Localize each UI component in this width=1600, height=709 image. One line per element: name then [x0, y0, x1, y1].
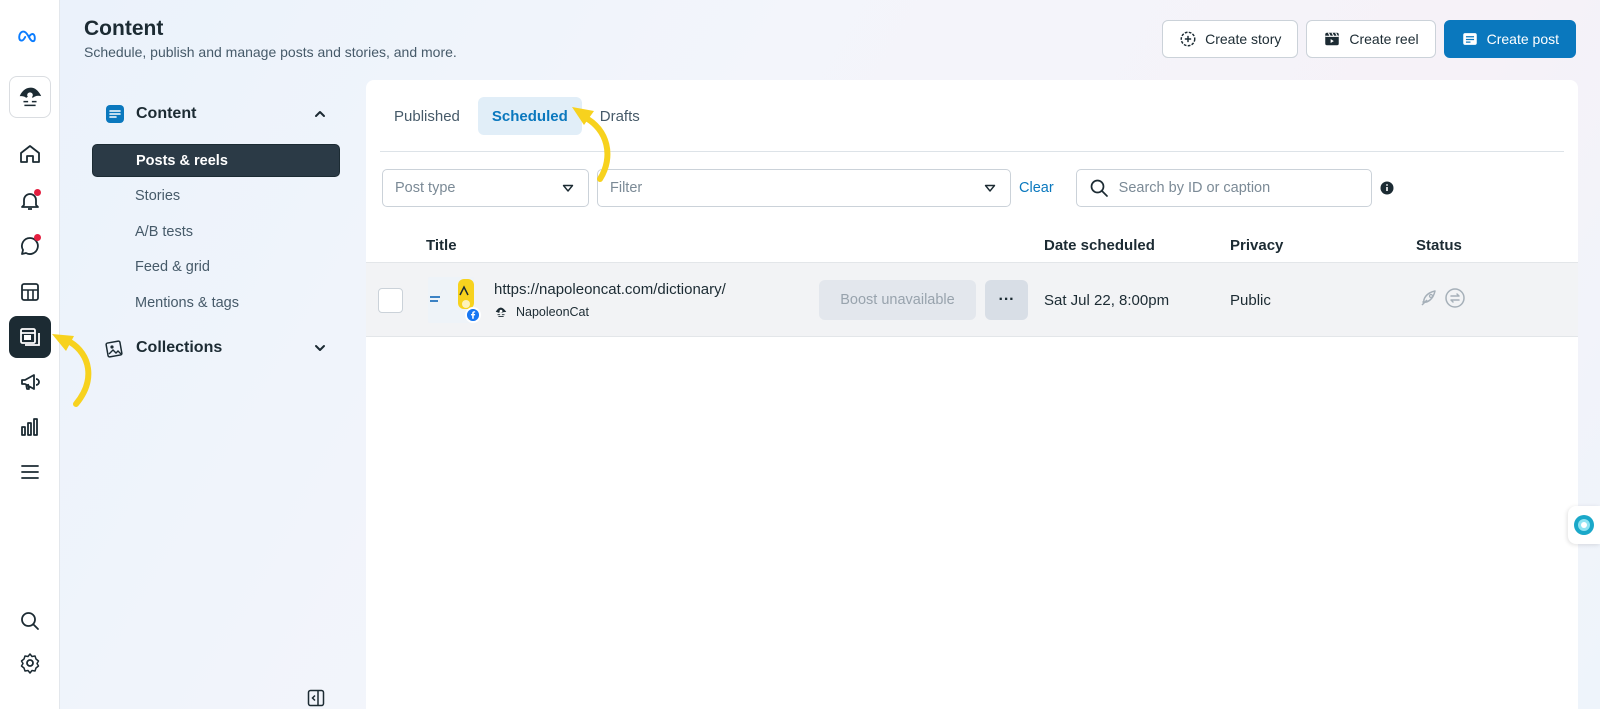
boost-unavailable-button[interactable]: Boost unavailable	[819, 280, 976, 320]
account-name: NapoleonCat	[516, 305, 589, 319]
collections-icon	[105, 340, 123, 358]
chevron-up-icon	[315, 111, 325, 117]
assistant-widget[interactable]	[1568, 506, 1600, 544]
page-title: Content	[84, 17, 164, 40]
assistant-orb-icon	[1574, 515, 1594, 535]
column-title[interactable]: Title	[426, 237, 457, 254]
post-title[interactable]: https://napoleoncat.com/dictionary/	[494, 281, 726, 298]
annotation-arrow-icon	[52, 334, 92, 407]
search-input[interactable]	[1118, 180, 1349, 196]
notification-badge	[34, 189, 41, 196]
chat-icon[interactable]	[9, 225, 51, 267]
privacy-value: Public	[1230, 292, 1271, 309]
subnav-item-ab-tests[interactable]: A/B tests	[92, 215, 340, 248]
row-checkbox[interactable]	[378, 288, 403, 313]
settings-icon[interactable]	[9, 642, 51, 684]
more-options-button[interactable]: ···	[985, 280, 1028, 320]
table-row[interactable]: https://napoleoncat.com/dictionary/ Napo…	[366, 262, 1578, 337]
create-story-button[interactable]: Create story	[1162, 20, 1299, 58]
home-icon[interactable]	[9, 133, 51, 175]
table-icon[interactable]	[9, 271, 51, 313]
content-section-icon	[106, 105, 124, 123]
create-story-label: Create story	[1205, 31, 1282, 47]
bell-icon[interactable]	[9, 180, 51, 222]
annotation-arrow-icon	[572, 107, 611, 182]
create-post-button[interactable]: Create post	[1443, 20, 1576, 58]
reel-icon	[1325, 32, 1340, 46]
page-avatar[interactable]	[9, 76, 51, 118]
message-badge	[34, 234, 41, 241]
create-post-label: Create post	[1486, 31, 1559, 47]
content-section-label: Content	[136, 105, 197, 122]
post-icon	[1462, 33, 1477, 45]
rocket-icon	[1421, 290, 1436, 306]
megaphone-icon[interactable]	[9, 361, 51, 403]
collections-section-toggle[interactable]: Collections	[104, 336, 330, 360]
subnav-item-feed-grid[interactable]: Feed & grid	[92, 250, 340, 283]
dropdown-arrow-icon	[984, 184, 996, 192]
facebook-icon	[465, 307, 481, 323]
column-privacy[interactable]: Privacy	[1230, 237, 1283, 254]
subnav-item-stories[interactable]: Stories	[92, 179, 340, 212]
account-avatar-icon	[495, 307, 507, 317]
search-box[interactable]	[1075, 169, 1372, 207]
chevron-down-icon	[315, 345, 325, 351]
tab-published[interactable]: Published	[380, 97, 474, 135]
date-scheduled-value: Sat Jul 22, 8:00pm	[1044, 292, 1170, 309]
status-icons	[1418, 287, 1466, 309]
subnav-item-mentions-tags[interactable]: Mentions & tags	[92, 286, 340, 319]
filter-bar: Post type Filter Clear	[382, 169, 1394, 207]
create-reel-button[interactable]: Create reel	[1306, 20, 1436, 58]
clear-filters-link[interactable]: Clear	[1019, 180, 1054, 196]
column-status[interactable]: Status	[1416, 237, 1462, 254]
collections-section-label: Collections	[136, 339, 223, 356]
plus-circle-icon	[1180, 31, 1196, 47]
menu-icon[interactable]	[9, 451, 51, 493]
table-header: Title Date scheduled Privacy Status	[366, 226, 1578, 266]
meta-logo-icon[interactable]	[9, 16, 51, 58]
sync-icon	[1445, 288, 1465, 308]
subnav-item-posts-reels[interactable]: Posts & reels	[92, 144, 340, 177]
search-icon	[1090, 179, 1108, 197]
collapse-sidebar-icon[interactable]	[306, 688, 326, 708]
header-actions: Create story Create reel Create post	[1162, 20, 1576, 58]
content-icon[interactable]	[9, 316, 51, 358]
create-reel-label: Create reel	[1349, 31, 1419, 47]
insights-icon[interactable]	[9, 406, 51, 448]
search-icon[interactable]	[9, 600, 51, 642]
content-section-toggle[interactable]: Content	[104, 102, 330, 126]
post-type-placeholder: Post type	[395, 180, 456, 196]
post-account: NapoleonCat	[494, 305, 589, 319]
info-icon[interactable]	[1380, 181, 1394, 195]
column-date-scheduled[interactable]: Date scheduled	[1044, 237, 1155, 254]
content-panel: Published Scheduled Drafts Post type Fil…	[366, 80, 1578, 709]
filter-select[interactable]: Filter	[597, 169, 1011, 207]
page-subtitle: Schedule, publish and manage posts and s…	[84, 44, 457, 60]
